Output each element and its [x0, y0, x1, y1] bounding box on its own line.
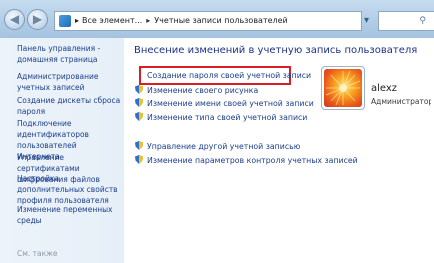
- search-icon: ⚲: [419, 16, 426, 26]
- page-title: Внесение изменений в учетную запись поль…: [134, 45, 418, 56]
- create-password-link[interactable]: Создание пароля своей учетной записи: [147, 70, 311, 81]
- manage-accounts-link[interactable]: Администрирование учетных записей: [17, 71, 121, 93]
- shield-icon: [135, 141, 143, 150]
- uac-settings-label: Изменение параметров контроля учетных за…: [147, 156, 358, 165]
- change-account-type-link[interactable]: Изменение типа своей учетной записи: [135, 112, 307, 123]
- user-name: alexz: [371, 83, 398, 94]
- manage-another-account-label: Управление другой учетной записью: [147, 142, 301, 151]
- shield-icon: [135, 155, 143, 164]
- manage-another-account-link[interactable]: Управление другой учетной записью: [135, 141, 300, 152]
- user-role: Администратор: [371, 97, 431, 106]
- control-panel-home-link[interactable]: Панель управления - домашняя страница: [17, 43, 121, 65]
- flower-picture-icon: [324, 69, 362, 107]
- change-picture-link[interactable]: Изменение своего рисунка: [135, 85, 258, 96]
- avatar: [321, 66, 365, 110]
- breadcrumb-all-items[interactable]: Все элемент...: [82, 12, 142, 30]
- profile-properties-link[interactable]: Настройка дополнительных свойств профиля…: [17, 173, 121, 206]
- environment-variables-link[interactable]: Изменение переменных среды: [17, 204, 121, 226]
- breadcrumb-user-accounts[interactable]: Учетные записи пользователей: [154, 12, 287, 30]
- control-panel-icon: [59, 15, 71, 27]
- change-account-type-label: Изменение типа своей учетной записи: [147, 113, 308, 122]
- change-name-label: Изменение имени своей учетной записи: [147, 99, 314, 108]
- address-separator: ▸: [75, 16, 80, 25]
- see-also-label: См. также: [17, 249, 58, 258]
- shield-icon: [135, 112, 143, 121]
- back-arrow-icon[interactable]: ◀: [4, 9, 25, 30]
- search-box[interactable]: ⚲: [378, 11, 434, 31]
- shield-icon: [135, 85, 143, 94]
- shield-icon: [135, 98, 143, 107]
- password-reset-disk-link[interactable]: Создание дискеты сброса пароля: [17, 95, 121, 117]
- refresh-icon[interactable]: ▾: [364, 11, 376, 31]
- address-separator-2: ▸: [146, 16, 151, 25]
- forward-arrow-icon[interactable]: ▶: [27, 9, 48, 30]
- change-name-link[interactable]: Изменение имени своей учетной записи: [135, 98, 314, 109]
- change-picture-label: Изменение своего рисунка: [147, 86, 259, 95]
- uac-settings-link[interactable]: Изменение параметров контроля учетных за…: [135, 155, 358, 166]
- address-bar[interactable]: ▸ Все элемент... ▸ Учетные записи пользоват…: [54, 11, 362, 31]
- address-toolbar: ◀ ▶ ▸ Все элемент... ▸ Учетные записи польз…: [0, 0, 434, 38]
